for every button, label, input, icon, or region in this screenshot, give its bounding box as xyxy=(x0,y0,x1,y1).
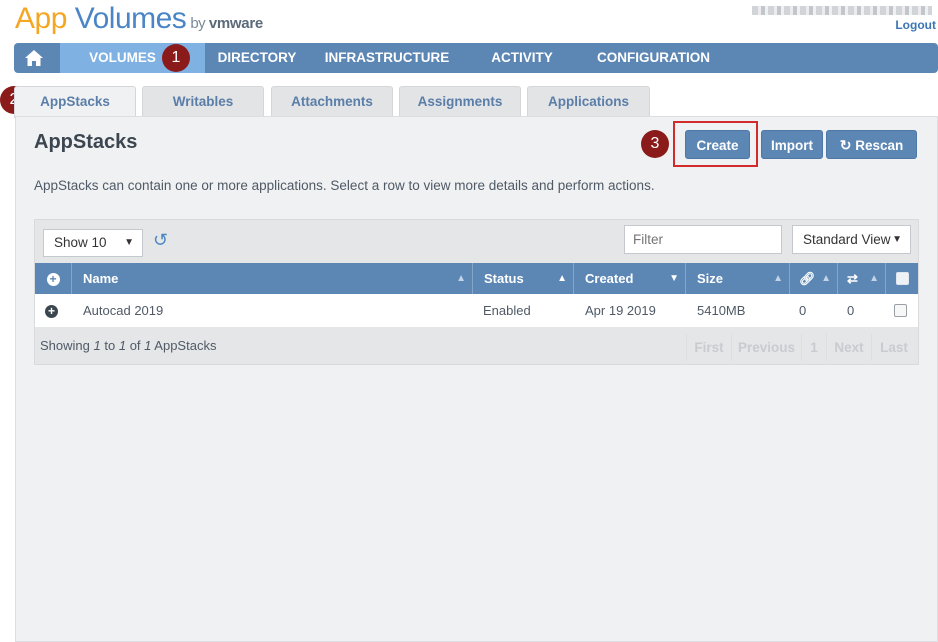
appstacks-table-container: Show 10 ▼ ↺ Standard View ▼ + Name ▲ Sta… xyxy=(34,219,919,365)
sort-down-icon: ▼ xyxy=(669,273,679,284)
page-description: AppStacks can contain one or more applic… xyxy=(34,178,655,193)
column-header-size[interactable]: Size ▲ xyxy=(686,263,790,294)
tab-applications[interactable]: Applications xyxy=(527,86,650,117)
logo-vmware-text: vmware xyxy=(208,15,263,32)
column-header-attachments[interactable]: 🔗︎ ▲ xyxy=(790,263,838,294)
page-title: AppStacks xyxy=(34,131,138,153)
filter-input[interactable] xyxy=(624,225,782,254)
nav-infrastructure[interactable]: INFRASTRUCTURE xyxy=(322,43,452,73)
nav-directory[interactable]: DIRECTORY xyxy=(211,43,303,73)
pager-first[interactable]: First xyxy=(686,334,731,361)
logo-app-text: App xyxy=(15,2,67,35)
home-icon xyxy=(25,50,43,66)
sort-up-icon: ▲ xyxy=(773,273,783,284)
nav-activity[interactable]: ACTIVITY xyxy=(482,43,562,73)
user-name-blurred xyxy=(752,6,932,15)
summary-prefix: Showing xyxy=(40,338,90,353)
row-assignments-count: 0 xyxy=(847,303,855,318)
expand-row-button[interactable]: + xyxy=(45,294,65,327)
pager-previous[interactable]: Previous xyxy=(731,334,801,361)
row-name[interactable]: Autocad 2019 xyxy=(83,294,163,327)
column-header-created[interactable]: Created ▼ xyxy=(574,263,686,294)
view-select-value: Standard View xyxy=(803,232,891,247)
expand-row-icon: + xyxy=(45,305,58,318)
pager-next[interactable]: Next xyxy=(826,334,871,361)
select-all-checkbox[interactable] xyxy=(896,272,909,285)
view-select[interactable]: Standard View ▼ xyxy=(792,225,911,254)
chevron-down-icon: ▼ xyxy=(124,237,134,248)
chevron-down-icon: ▼ xyxy=(892,234,902,245)
row-size: 5410MB xyxy=(697,303,746,318)
callout-badge-1: 1 xyxy=(162,44,190,72)
callout-badge-3: 3 xyxy=(641,130,669,158)
table-header: + Name ▲ Status ▲ Created ▼ Size ▲ 🔗︎ ▲ … xyxy=(35,263,918,294)
reload-icon[interactable]: ↺ xyxy=(153,230,168,251)
pagination-summary: Showing 1 to 1 of 1 AppStacks xyxy=(40,338,216,353)
logout-link[interactable]: Logout xyxy=(895,18,936,32)
exchange-icon: ⇄ xyxy=(847,271,858,286)
page-size-select[interactable]: Show 10 ▼ xyxy=(43,229,143,257)
row-select-checkbox[interactable] xyxy=(894,304,907,317)
refresh-icon: ↻ xyxy=(839,137,852,153)
app-volumes-logo: App Volumes by vmware xyxy=(15,2,263,36)
summary-to-word: to xyxy=(104,338,116,353)
pager-last[interactable]: Last xyxy=(871,334,916,361)
tab-appstacks[interactable]: AppStacks xyxy=(14,86,136,118)
home-nav-button[interactable] xyxy=(14,43,54,73)
column-size-label: Size xyxy=(697,271,724,286)
column-header-select-all[interactable] xyxy=(886,263,918,294)
tab-attachments[interactable]: Attachments xyxy=(271,86,393,117)
column-header-assignments[interactable]: ⇄ ▲ xyxy=(838,263,886,294)
column-name-label: Name xyxy=(83,271,119,286)
column-status-label: Status xyxy=(484,271,524,286)
logo-volumes-text: Volumes xyxy=(74,2,187,35)
table-row[interactable]: + Autocad 2019 Enabled Apr 19 2019 5410M… xyxy=(35,294,918,327)
sort-up-icon: ▲ xyxy=(869,273,879,284)
column-header-status[interactable]: Status ▲ xyxy=(473,263,574,294)
sort-up-icon: ▲ xyxy=(557,273,567,284)
create-button[interactable]: Create xyxy=(685,130,750,159)
summary-from: 1 xyxy=(93,338,101,353)
row-attachments-count: 0 xyxy=(799,303,807,318)
column-created-label: Created xyxy=(585,271,634,286)
expand-all-icon: + xyxy=(46,273,60,286)
page-size-value: Show 10 xyxy=(54,235,107,250)
appstacks-panel: AppStacks 3 Create Import ↻ Rescan AppSt… xyxy=(15,116,938,642)
sort-up-icon: ▲ xyxy=(821,273,831,284)
column-header-name[interactable]: Name ▲ xyxy=(72,263,473,294)
summary-total: 1 xyxy=(144,338,152,353)
app-window: App Volumes by vmware Logout VOLUMES DIRE… xyxy=(0,0,938,642)
row-created: Apr 19 2019 xyxy=(585,303,656,318)
summary-to: 1 xyxy=(118,338,127,353)
summary-of-word: of xyxy=(129,338,141,353)
rescan-button-label: Rescan xyxy=(855,138,904,153)
tab-assignments[interactable]: Assignments xyxy=(399,86,521,117)
row-status: Enabled xyxy=(483,303,531,318)
pager-page-1[interactable]: 1 xyxy=(801,334,826,361)
main-nav: VOLUMES DIRECTORY INFRASTRUCTURE ACTIVIT… xyxy=(14,43,938,73)
logo-by-text: by xyxy=(190,15,206,32)
tab-writables[interactable]: Writables xyxy=(142,86,264,117)
expand-all-header[interactable]: + xyxy=(35,263,72,294)
sort-up-icon: ▲ xyxy=(456,273,466,284)
summary-noun: AppStacks xyxy=(154,338,217,353)
link-icon: 🔗︎ xyxy=(799,271,816,286)
rescan-button[interactable]: ↻ Rescan xyxy=(826,130,917,159)
nav-volumes-label: VOLUMES xyxy=(89,50,156,65)
import-button[interactable]: Import xyxy=(761,130,823,159)
nav-configuration[interactable]: CONFIGURATION xyxy=(591,43,716,73)
